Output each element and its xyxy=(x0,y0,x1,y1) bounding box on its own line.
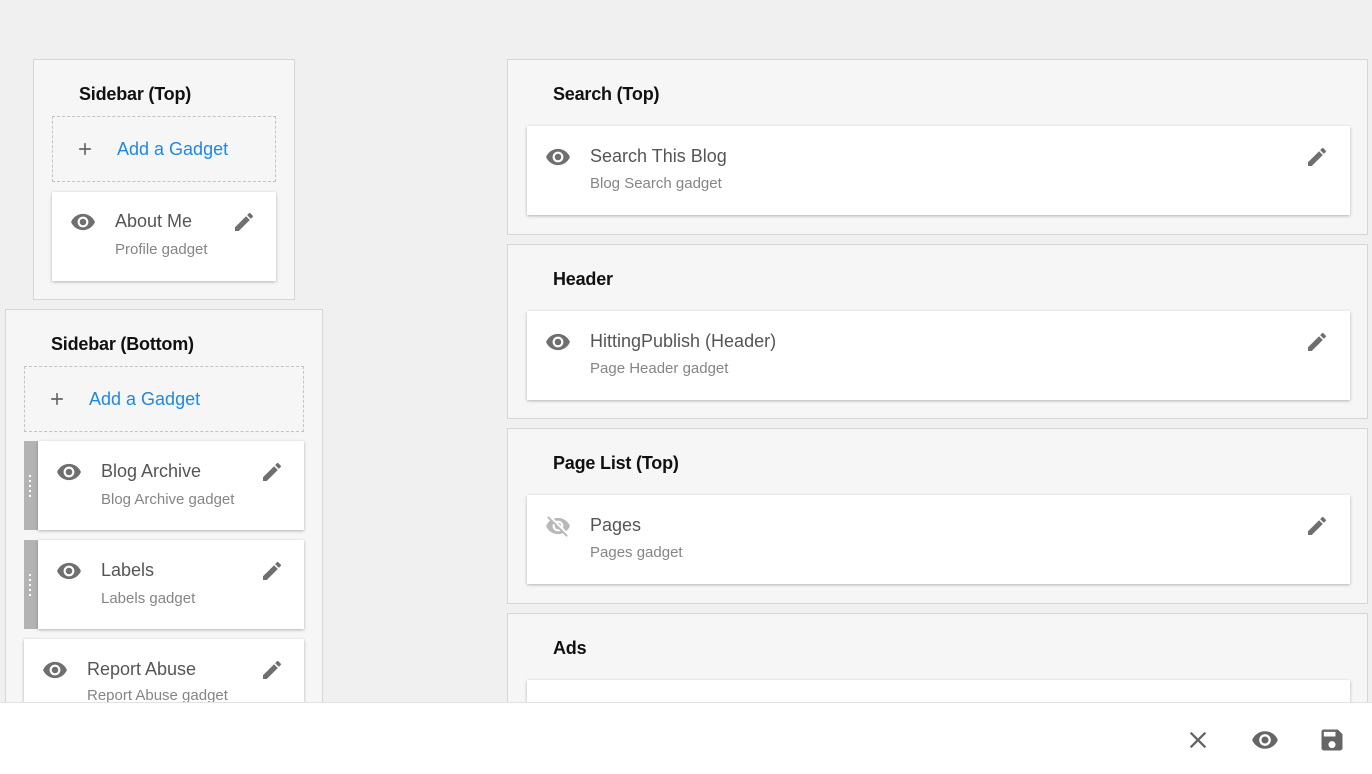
section-title: Header xyxy=(553,269,613,289)
gadget-type: Blog Search gadget xyxy=(590,175,722,192)
add-gadget-button[interactable]: Add a Gadget xyxy=(52,116,276,182)
section-search-top: Search (Top) Search This Blog Blog Searc… xyxy=(507,59,1368,235)
gadget-card-blog-archive[interactable]: Blog Archive Blog Archive gadget xyxy=(38,441,304,530)
plus-icon xyxy=(75,139,95,159)
pencil-icon[interactable] xyxy=(1305,330,1329,354)
gadget-card-search[interactable]: Search This Blog Blog Search gadget xyxy=(527,126,1350,215)
plus-icon xyxy=(47,389,67,409)
gadget-card-pages[interactable]: Pages Pages gadget xyxy=(527,495,1350,584)
section-title: Search (Top) xyxy=(553,84,660,104)
section-sidebar-top: Sidebar (Top) Add a Gadget About Me Prof… xyxy=(33,59,295,300)
pencil-icon[interactable] xyxy=(260,658,284,682)
gadget-type: Labels gadget xyxy=(101,590,196,607)
bottom-action-bar xyxy=(0,702,1372,774)
drag-handle[interactable] xyxy=(24,441,38,530)
gadget-title: Labels xyxy=(101,560,155,580)
gadget-card-about-me[interactable]: About Me Profile gadget xyxy=(52,192,276,281)
add-gadget-button[interactable]: Add a Gadget xyxy=(24,366,304,432)
section-title: Ads xyxy=(553,638,587,658)
gadget-type: Page Header gadget xyxy=(590,360,729,377)
gadget-title: HittingPublish (Header) xyxy=(590,331,777,351)
gadget-title: Report Abuse xyxy=(87,659,197,679)
eye-icon[interactable] xyxy=(70,209,96,235)
eye-icon[interactable] xyxy=(56,459,82,485)
pencil-icon[interactable] xyxy=(232,210,256,234)
eye-icon[interactable] xyxy=(42,657,68,683)
save-icon[interactable] xyxy=(1318,726,1346,754)
gadget-title: Pages xyxy=(590,515,642,535)
eye-off-icon[interactable] xyxy=(545,513,571,539)
gadget-title: Search This Blog xyxy=(590,146,727,166)
add-gadget-label: Add a Gadget xyxy=(117,138,229,159)
eye-icon[interactable] xyxy=(545,329,571,355)
gadget-type: Blog Archive gadget xyxy=(101,491,235,508)
gadget-title: About Me xyxy=(115,211,193,231)
pencil-icon[interactable] xyxy=(260,460,284,484)
add-gadget-label: Add a Gadget xyxy=(89,388,201,409)
pencil-icon[interactable] xyxy=(260,559,284,583)
section-title: Sidebar (Bottom) xyxy=(51,334,194,354)
gadget-type: Profile gadget xyxy=(115,241,208,258)
gadget-title: Blog Archive xyxy=(101,461,202,481)
section-title: Page List (Top) xyxy=(553,453,679,473)
pencil-icon[interactable] xyxy=(1305,514,1329,538)
gadget-card-header[interactable]: HittingPublish (Header) Page Header gadg… xyxy=(527,311,1350,400)
drag-handle[interactable] xyxy=(24,540,38,629)
eye-icon[interactable] xyxy=(545,144,571,170)
gadget-card-labels[interactable]: Labels Labels gadget xyxy=(38,540,304,629)
gadget-type: Pages gadget xyxy=(590,544,683,561)
preview-eye-icon[interactable] xyxy=(1251,726,1279,754)
pencil-icon[interactable] xyxy=(1305,145,1329,169)
section-title: Sidebar (Top) xyxy=(79,84,192,104)
section-header: Header HittingPublish (Header) Page Head… xyxy=(507,244,1368,419)
section-page-list-top: Page List (Top) Pages Pages gadget xyxy=(507,428,1368,604)
close-icon[interactable] xyxy=(1184,726,1212,754)
section-sidebar-bottom: Sidebar (Bottom) Add a Gadget Blog Archi… xyxy=(5,309,323,729)
eye-icon[interactable] xyxy=(56,558,82,584)
